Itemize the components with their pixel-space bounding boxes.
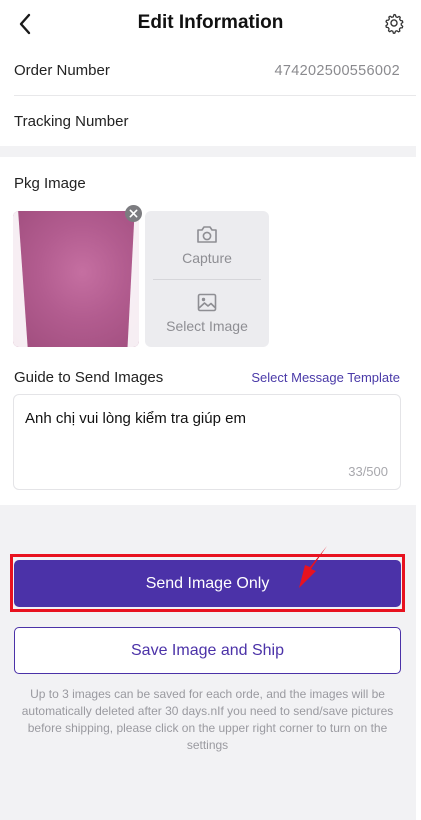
guide-label: Guide to Send Images <box>14 369 164 386</box>
gear-icon[interactable] <box>383 12 405 34</box>
select-template-link[interactable]: Select Message Template <box>251 370 400 385</box>
capture-label: Capture <box>182 249 232 266</box>
red-arrow-annotation <box>299 546 327 588</box>
close-icon <box>129 209 138 218</box>
message-textarea[interactable]: Anh chị vui lòng kiểm tra giúp em 33/500 <box>13 394 401 490</box>
page-title: Edit Information <box>137 12 284 33</box>
select-image-button[interactable]: Select Image <box>145 279 269 347</box>
header-bar: Edit Information <box>0 0 421 46</box>
order-number-row: Order Number 474202500556002 <box>14 46 416 96</box>
highlight-box <box>10 554 405 612</box>
image-picker: Capture Select Image <box>145 211 269 347</box>
select-image-label: Select Image <box>166 317 248 334</box>
character-count: 33/500 <box>348 464 388 479</box>
order-number-label: Order Number <box>14 62 110 79</box>
order-number-value: 474202500556002 <box>274 62 400 79</box>
tracking-number-row[interactable]: Tracking Number <box>14 96 416 146</box>
package-image-card: Pkg Image Capture Select Image Guide to … <box>0 157 416 505</box>
tracking-number-label: Tracking Number <box>14 112 129 130</box>
order-info-card: Order Number 474202500556002 Tracking Nu… <box>0 46 416 146</box>
camera-icon <box>197 225 217 243</box>
save-image-and-ship-button[interactable]: Save Image and Ship <box>14 627 401 674</box>
info-note: Up to 3 images can be saved for each ord… <box>21 687 394 752</box>
edge-strip <box>416 0 421 820</box>
pkg-image-label: Pkg Image <box>14 175 86 192</box>
capture-button[interactable]: Capture <box>145 211 269 279</box>
image-icon <box>197 293 217 311</box>
remove-image-button[interactable] <box>125 205 142 222</box>
package-photo-thumbnail[interactable] <box>13 211 139 347</box>
message-text: Anh chị vui lòng kiểm tra giúp em <box>25 410 246 427</box>
